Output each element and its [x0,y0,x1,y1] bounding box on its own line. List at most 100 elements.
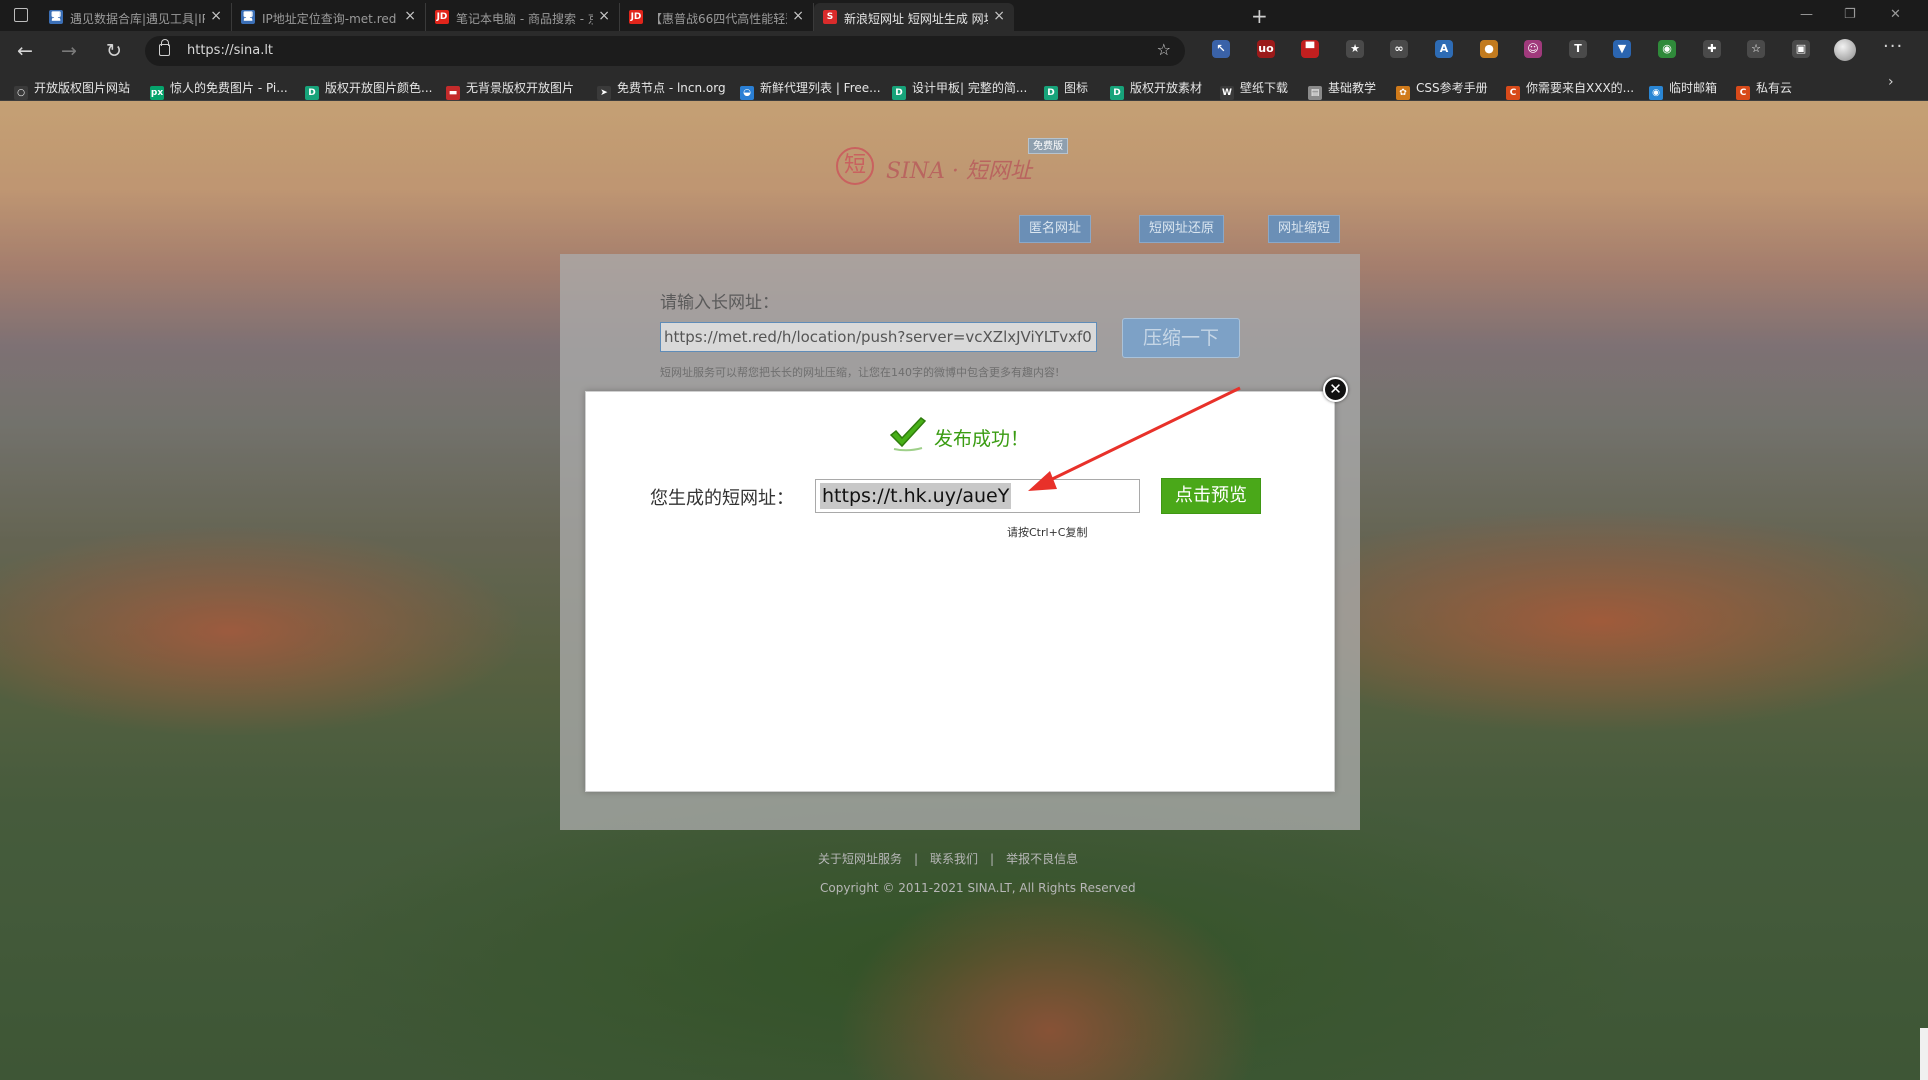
bookmark-favicon-icon: ✿ [1396,86,1410,100]
bookmark-item[interactable]: ✿ CSS参考手册 [1396,79,1488,100]
tab-title: 遇见数据合库|遇见工具|IP地址批 [70,12,205,26]
bookmark-label: 图标 [1064,81,1089,95]
bookmark-label: 开放版权图片网站 [34,81,131,95]
bookmark-item[interactable]: ▤ 基础教学 [1308,79,1376,100]
logo-name: SINA · 短网址 [886,159,1032,184]
bookmark-item[interactable]: ▬ 无背景版权开放图片 [446,79,574,100]
bookmark-item[interactable]: D 图标 [1044,79,1088,100]
bookmark-label: 临时邮箱 [1669,81,1718,95]
bookmark-favicon-icon: ○ [14,86,28,100]
tab-title: 笔记本电脑 - 商品搜索 - 京东 [456,12,593,26]
bookmark-favicon-icon: ◒ [740,86,754,100]
tab-bar: 🖥 遇见数据合库|遇见工具|IP地址批 × 🖥 IP地址定位查询-met.red × JD 笔… [0,0,1928,31]
bookmark-item[interactable]: ➤ 免费节点 - lncn.org [597,79,726,100]
tab-favicon-icon: 🖥 [49,10,63,24]
bookmark-favicon-icon: ▬ [446,86,460,100]
tab-close-icon[interactable]: × [210,8,222,24]
translate-ext-icon[interactable]: A [1435,40,1453,58]
window-close-icon[interactable]: ✕ [1890,7,1901,22]
cursor-ext-icon[interactable]: ↖ [1212,40,1230,58]
bookmark-item[interactable]: px 惊人的免费图片 - Pi... [150,79,288,100]
bookmark-item[interactable]: W 壁纸下载 [1220,79,1288,100]
browser-tab[interactable]: JD 【惠普战66四代高性能轻薄商务 × [620,3,814,31]
browser-tab[interactable]: 🖥 遇见数据合库|遇见工具|IP地址批 × [40,3,232,31]
bookmark-item[interactable]: D 设计甲板| 完整的简... [892,79,1027,100]
bookmark-item[interactable]: D 版权开放素材 [1110,79,1202,100]
lock-icon[interactable] [159,39,170,56]
forward-icon[interactable]: → [61,40,77,62]
browser-tab[interactable]: JD 笔记本电脑 - 商品搜索 - 京东 × [426,3,620,31]
bookmark-item[interactable]: D 版权开放图片颜色... [305,79,432,100]
bookmark-label: 惊人的免费图片 - Pi... [170,81,288,95]
collections-ext-icon[interactable]: ▣ [1792,40,1810,58]
bookmark-favicon-icon: C [1506,86,1520,100]
tab-close-icon[interactable]: × [792,8,804,24]
cat-ext-icon[interactable]: ☺ [1524,40,1542,58]
maximize-icon[interactable]: ❐ [1844,7,1856,22]
red-cup-ext-icon[interactable]: ▀ [1301,40,1319,58]
tab-favicon-icon: JD [629,10,643,24]
scrollbar-thumb[interactable] [1920,1028,1928,1080]
bookmark-item[interactable]: ○ 开放版权图片网站 [14,79,130,100]
bookmark-favicon-icon: ◉ [1649,86,1663,100]
bookmarks-overflow-icon[interactable]: › [1888,74,1894,90]
bookmark-label: 无背景版权开放图片 [466,81,575,95]
address-url[interactable]: https://sina.lt [187,43,273,58]
tab-close-icon[interactable]: × [993,8,1005,24]
ublock-ext-icon[interactable]: uo [1257,40,1275,58]
tab-actions-icon[interactable] [14,8,28,22]
minimize-icon[interactable]: — [1800,7,1813,22]
short-url-label: 您生成的短网址： [650,488,794,509]
close-icon[interactable]: ✕ [1323,377,1348,402]
bookmarks-bar: ○ 开放版权图片网站 px 惊人的免费图片 - Pi... D 版权开放图片颜色... ▬ 无… [0,71,1928,101]
long-url-prompt: 请输入长网址： [660,293,779,313]
profile-avatar[interactable] [1834,39,1856,61]
reload-icon[interactable]: ↻ [106,40,122,62]
footer-links[interactable]: 关于短网址服务 | 联系我们 | 举报不良信息 [818,850,1078,867]
shorten-url-button[interactable]: 网址缩短 [1268,215,1341,243]
back-icon[interactable]: ← [17,40,33,62]
footer-copyright: Copyright © 2011-2021 SINA.LT, All Right… [820,881,1136,895]
tab-title: IP地址定位查询-met.red [262,12,397,26]
bookmark-item[interactable]: ◉ 临时邮箱 [1649,79,1717,100]
result-dialog: 发布成功！ 您生成的短网址： https://t.hk.uy/aueY 点击预览… [585,391,1335,792]
browser-toolbar: ← → ↻ https://sina.lt ☆ [0,31,1928,71]
page-viewport: 短 SINA · 短网址 免费版 匿名网址 短网址还原 网址缩短 请输入长网址：… [0,101,1928,1080]
browser-tab[interactable]: S 新浪短网址 短网址生成 网址缩短 × [814,3,1014,31]
anonymous-url-button[interactable]: 匿名网址 [1019,215,1092,243]
tab-close-icon[interactable]: × [598,8,610,24]
add-favorite-icon[interactable]: ☆ [1157,40,1171,59]
tab-close-icon[interactable]: × [404,8,416,24]
bookmark-favicon-icon: W [1220,86,1234,100]
browser-tab[interactable]: 🖥 IP地址定位查询-met.red × [232,3,426,31]
infinity-ext-icon[interactable]: ∞ [1390,40,1408,58]
checkmark-icon [889,416,927,452]
bookmark-item[interactable]: C 私有云 [1736,79,1792,100]
preview-button[interactable]: 点击预览 [1161,478,1261,514]
text-ext-icon[interactable]: T [1569,40,1587,58]
favorites-ext-icon[interactable]: ☆ [1747,40,1765,58]
bookmark-favicon-icon: D [892,86,906,100]
shield-ext-icon[interactable]: ▼ [1613,40,1631,58]
new-tab-button[interactable]: + [1251,4,1268,28]
puzzle-ext-icon[interactable]: ✚ [1703,40,1721,58]
more-menu-icon[interactable]: ··· [1883,36,1903,57]
bookmark-favicon-icon: D [305,86,319,100]
tab-favicon-icon: JD [435,10,449,24]
restore-short-url-button[interactable]: 短网址还原 [1139,215,1225,243]
address-bar[interactable]: https://sina.lt ☆ [145,36,1185,66]
copy-hint: 请按Ctrl+C复制 [1007,526,1088,539]
star-ext-icon[interactable]: ★ [1346,40,1364,58]
bookmark-favicon-icon: ▤ [1308,86,1322,100]
long-url-input[interactable]: https://met.red/h/location/push?server=v… [660,322,1097,352]
bookmark-label: 版权开放素材 [1130,81,1203,95]
colorful-ext-icon[interactable]: ● [1480,40,1498,58]
compress-button[interactable]: 压缩一下 [1122,318,1240,358]
chrome-ext-icon[interactable]: ◉ [1658,40,1676,58]
bookmark-favicon-icon: D [1110,86,1124,100]
bookmark-item[interactable]: ◒ 新鲜代理列表 | Free... [740,79,881,100]
bookmark-item[interactable]: C 你需要来自XXX的... [1506,79,1634,100]
bookmark-favicon-icon: px [150,86,164,100]
short-url-field[interactable]: https://t.hk.uy/aueY [815,479,1140,513]
short-url-value[interactable]: https://t.hk.uy/aueY [820,483,1012,509]
